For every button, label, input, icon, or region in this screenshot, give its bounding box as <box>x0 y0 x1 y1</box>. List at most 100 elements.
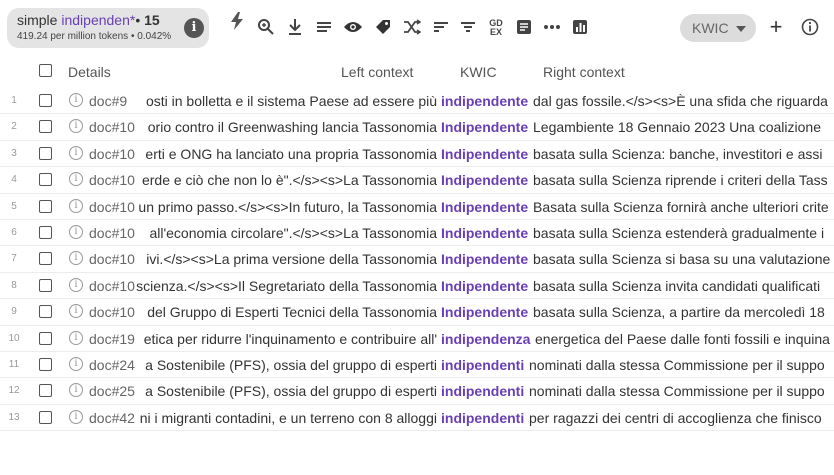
row-checkbox[interactable] <box>39 331 52 345</box>
kwic-term[interactable]: Indipendente <box>441 146 528 162</box>
kwic-term[interactable]: indipendenti <box>441 410 524 426</box>
filter-icon[interactable] <box>455 14 481 40</box>
row-checkbox[interactable] <box>39 305 52 319</box>
table-row[interactable]: 9 i doc#10 del Gruppo di Esperti Tecnici de… <box>0 299 834 326</box>
row-number: 1 <box>11 95 17 106</box>
shuffle-icon[interactable] <box>399 14 425 40</box>
bar-chart-icon[interactable] <box>567 14 593 40</box>
right-context: Legambiente 18 Gennaio 2023 Una coalizio… <box>533 119 821 136</box>
row-info-icon[interactable]: i <box>69 93 83 107</box>
row-checkbox[interactable] <box>39 173 52 187</box>
info-icon[interactable] <box>797 14 823 40</box>
list-icon[interactable] <box>311 14 337 40</box>
doc-id[interactable]: doc#10 <box>89 119 135 135</box>
row-checkbox[interactable] <box>39 278 52 292</box>
row-checkbox[interactable] <box>39 199 52 213</box>
table-row[interactable]: 4 i doc#10 erde e ciò che non lo è".</s><s>… <box>0 167 834 194</box>
row-info-icon[interactable]: i <box>69 277 83 292</box>
kwic-term[interactable]: Indipendente <box>441 119 528 135</box>
add-icon[interactable]: + <box>763 14 789 40</box>
row-info-icon[interactable]: i <box>69 409 83 424</box>
query-chip[interactable]: simple indipenden*• 15 419.24 per millio… <box>7 8 209 48</box>
query-info-icon[interactable]: i <box>184 18 204 38</box>
kwic-term[interactable]: indipendenza <box>441 331 530 347</box>
doc-id[interactable]: doc#24 <box>89 357 135 373</box>
doc-id[interactable]: doc#10 <box>89 278 135 294</box>
doc-id[interactable]: doc#10 <box>89 199 135 215</box>
download-icon[interactable] <box>282 14 308 40</box>
kwic-term[interactable]: indipendenti <box>441 383 524 399</box>
left-context-text: scienza.</s><s>Il Segretariato della Tas… <box>136 277 437 294</box>
row-info-icon[interactable]: i <box>69 198 83 213</box>
row-info-icon[interactable]: i <box>69 383 83 398</box>
doc-id[interactable]: doc#9 <box>89 93 127 109</box>
query-separator: • <box>135 12 141 28</box>
row-checkbox[interactable] <box>39 357 52 371</box>
kwic-term[interactable]: indipendente <box>441 93 528 109</box>
table-row[interactable]: 11 i doc#24 a Sostenibile (PFS), ossia del … <box>0 352 834 379</box>
kwic-term[interactable]: Indipendente <box>441 225 528 241</box>
chevron-down-icon <box>736 26 746 32</box>
hit-count: 15 <box>144 12 160 28</box>
left-context: un primo passo.</s><s>In futuro, la Tass… <box>130 199 437 215</box>
row-info-icon[interactable]: i <box>69 172 83 187</box>
row-info-icon[interactable]: i <box>69 251 83 266</box>
doc-id[interactable]: doc#10 <box>89 146 135 162</box>
table-row[interactable]: 5 i doc#10 un primo passo.</s><s>In futuro,… <box>0 194 834 220</box>
row-number: 11 <box>8 358 20 370</box>
row-info-icon[interactable]: i <box>69 119 83 134</box>
svg-text:EX: EX <box>490 27 502 37</box>
row-checkbox[interactable] <box>39 384 52 398</box>
row-checkbox[interactable] <box>39 410 52 424</box>
column-kwic: KWIC <box>460 64 497 80</box>
left-context-text: a Sostenibile (PFS), ossia del gruppo di… <box>145 356 437 373</box>
doc-id[interactable]: doc#19 <box>89 331 135 347</box>
document-icon[interactable] <box>511 14 537 40</box>
bolt-icon[interactable] <box>224 8 250 34</box>
left-context-text: erde e ciò che non lo è".</s><s>La Tasso… <box>141 172 437 189</box>
kwic-term[interactable]: Indipendente <box>441 304 528 320</box>
table-row[interactable]: 8 i doc#10 scienza.</s><s>Il Segretariato d… <box>0 273 834 300</box>
left-context-text: erti e ONG ha lanciato una propria Tasso… <box>145 145 437 162</box>
gdex-icon[interactable]: GD EX <box>483 14 509 40</box>
tag-icon[interactable] <box>370 14 396 40</box>
row-info-icon[interactable]: i <box>69 330 83 345</box>
row-checkbox[interactable] <box>39 120 52 134</box>
table-row[interactable]: 12 i doc#25 a Sostenibile (PFS), ossia del … <box>0 378 834 405</box>
row-info-icon[interactable]: i <box>69 356 83 371</box>
left-context: all'economia circolare".</s><s>La Tasson… <box>130 225 437 241</box>
row-checkbox[interactable] <box>39 94 52 107</box>
view-mode-select[interactable]: KWIC <box>680 14 756 42</box>
eye-icon[interactable] <box>340 14 366 40</box>
row-checkbox[interactable] <box>39 225 52 239</box>
doc-id[interactable]: doc#10 <box>89 304 135 320</box>
table-row[interactable]: 2 i doc#10 orio contro il Greenwashing lanc… <box>0 114 834 141</box>
row-info-icon[interactable]: i <box>69 224 83 239</box>
doc-id[interactable]: doc#42 <box>89 410 135 426</box>
kwic-term[interactable]: Indipendente <box>441 199 528 215</box>
left-context-text: ni i migranti contadini, e un terreno co… <box>139 409 437 426</box>
table-row[interactable]: 1 i doc#9 osti in bolletta e il sistema Pae… <box>0 88 834 115</box>
kwic-term[interactable]: Indipendente <box>441 172 528 188</box>
table-row[interactable]: 3 i doc#10 erti e ONG ha lanciato una propr… <box>0 141 834 168</box>
row-info-icon[interactable]: i <box>69 145 83 160</box>
row-checkbox[interactable] <box>39 146 52 160</box>
table-row[interactable]: 13 i doc#42 ni i migranti contadini, e un t… <box>0 405 834 432</box>
table-row[interactable]: 10 i doc#19 etica per ridurre l'inquinament… <box>0 326 834 352</box>
kwic-term[interactable]: Indipendente <box>441 278 528 294</box>
doc-id[interactable]: doc#10 <box>89 172 135 188</box>
kwic-term[interactable]: indipendenti <box>441 357 524 373</box>
select-all-checkbox[interactable] <box>39 64 52 77</box>
row-info-icon[interactable]: i <box>69 304 83 319</box>
table-row[interactable]: 7 i doc#10 ivi.</s><s>La prima versione del… <box>0 246 834 273</box>
doc-id[interactable]: doc#10 <box>89 251 135 267</box>
kwic-term[interactable]: Indipendente <box>441 251 528 267</box>
right-context: basata sulla Scienza si basa su una valu… <box>533 251 831 268</box>
table-row[interactable]: 6 i doc#10 all'economia circolare".</s><s>L… <box>0 220 834 247</box>
row-checkbox[interactable] <box>39 252 52 266</box>
more-icon[interactable] <box>539 14 565 40</box>
doc-id[interactable]: doc#10 <box>89 225 135 241</box>
doc-id[interactable]: doc#25 <box>89 383 135 399</box>
search-plus-icon[interactable] <box>253 14 279 40</box>
sort-icon[interactable] <box>428 14 454 40</box>
